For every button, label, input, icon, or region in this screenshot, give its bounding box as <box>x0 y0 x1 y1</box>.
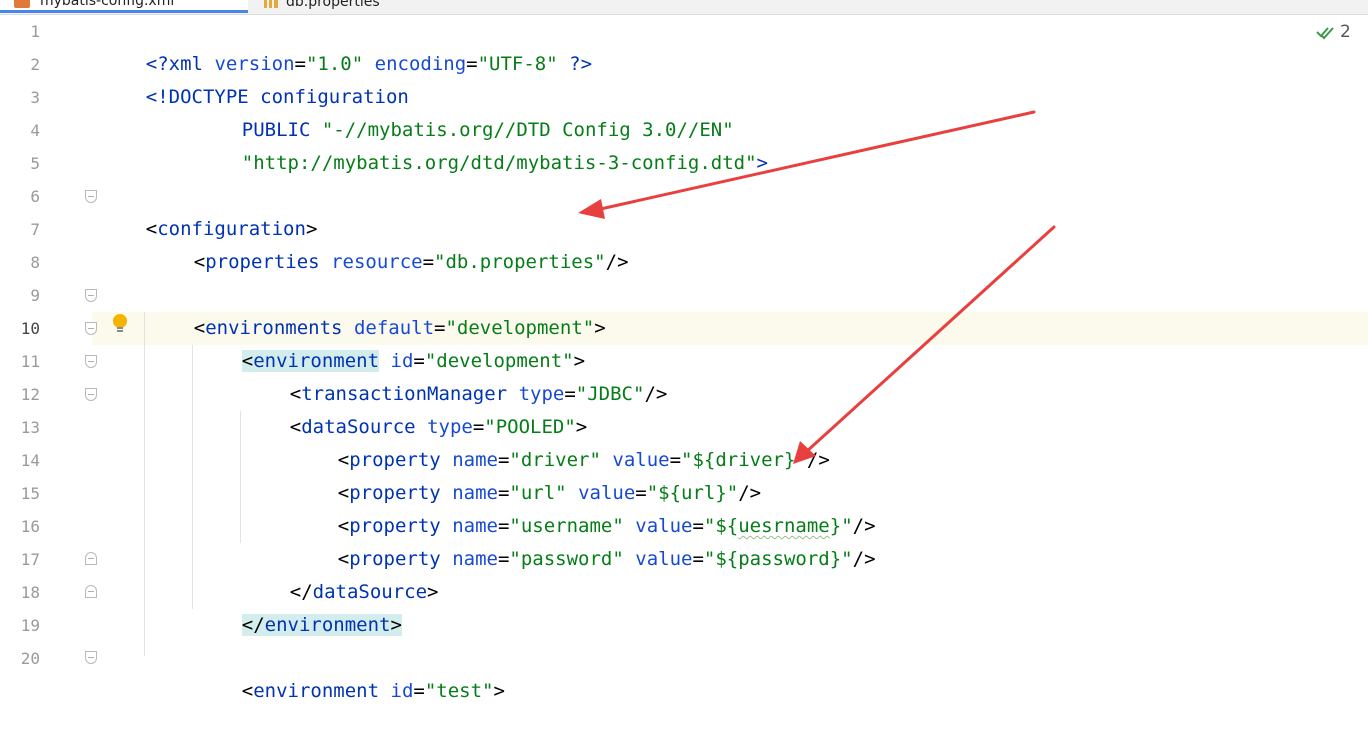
annotation-layer <box>578 110 1056 464</box>
annotation-arrow-to-url <box>793 225 1056 464</box>
annotation-arrow-to-properties <box>578 110 1036 219</box>
